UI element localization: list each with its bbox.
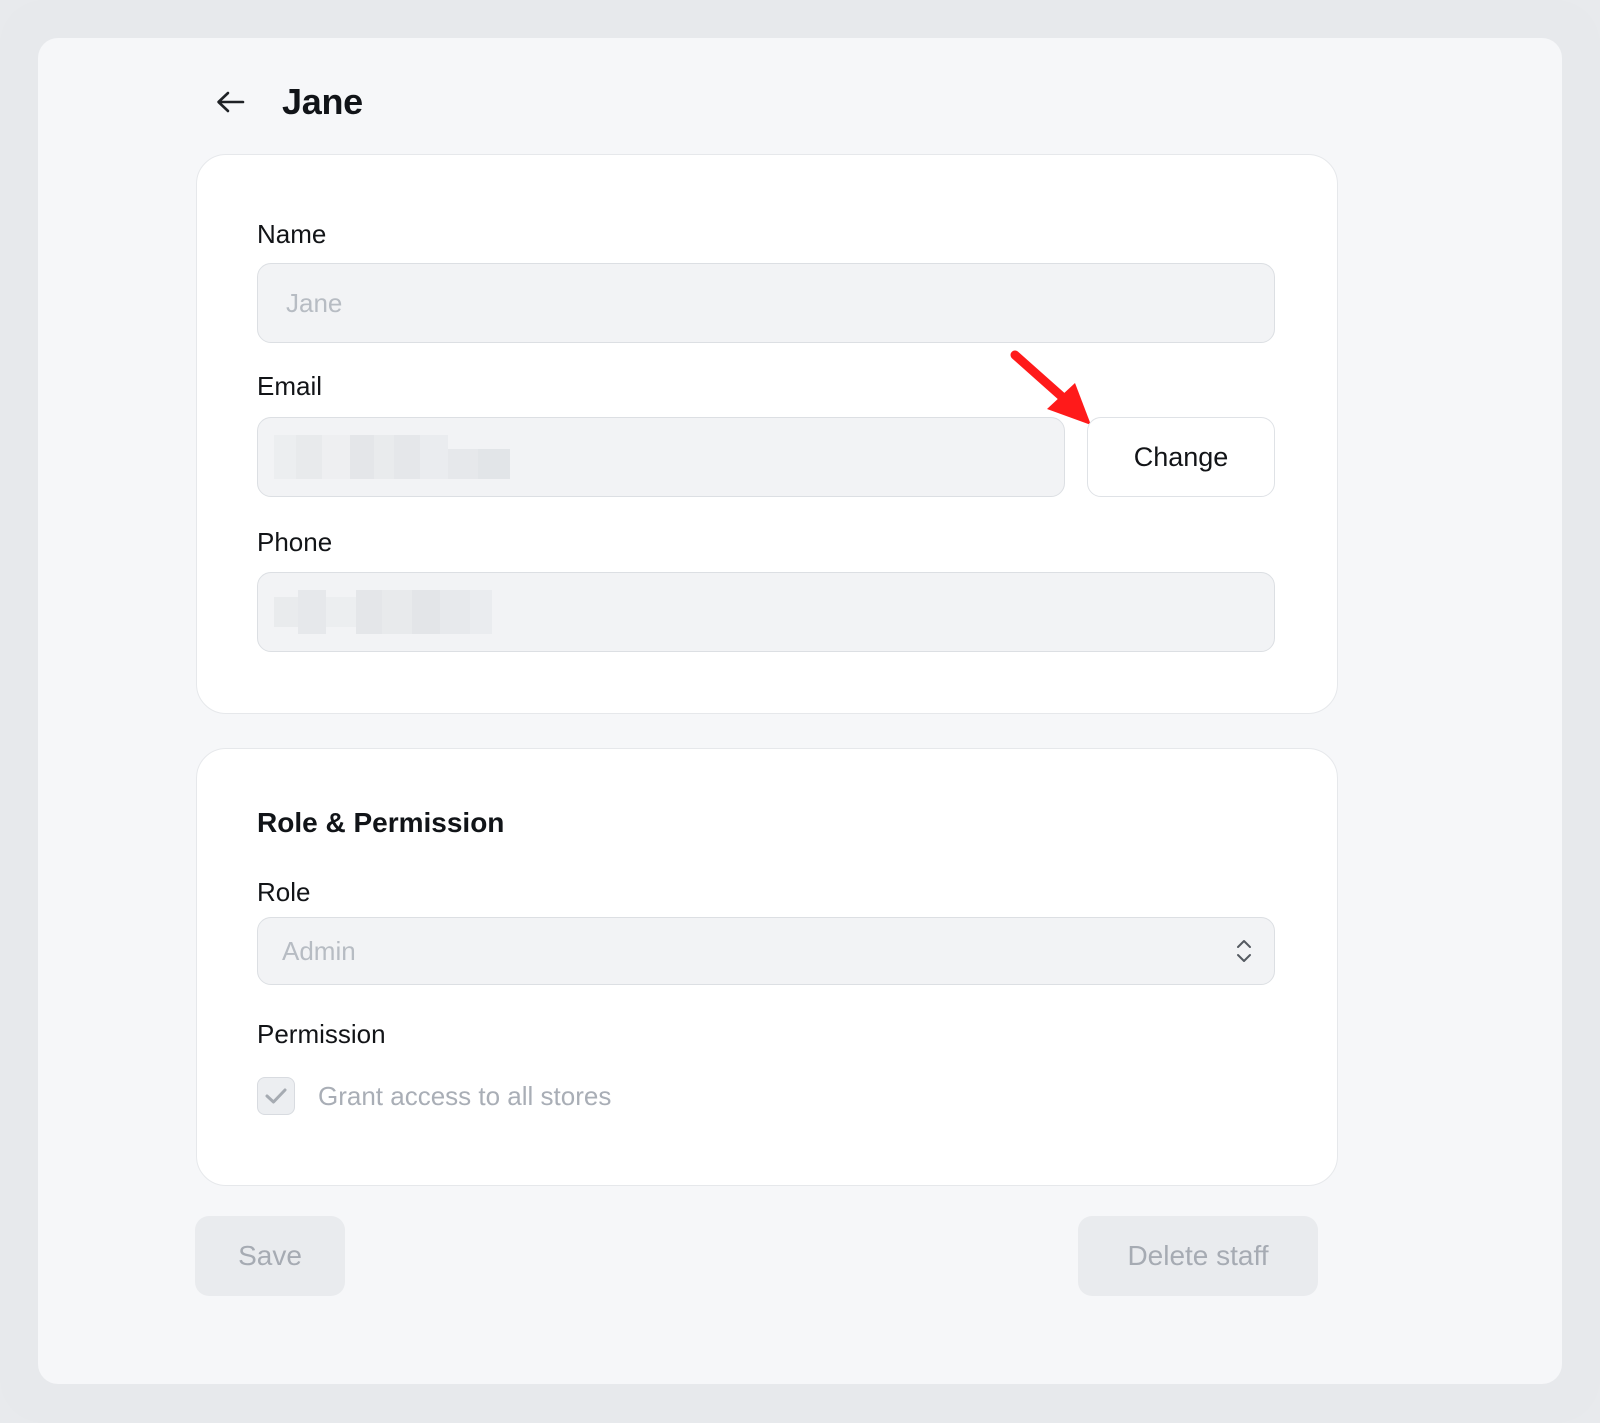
page-title: Jane	[282, 81, 363, 122]
grant-all-stores-label: Grant access to all stores	[318, 1080, 612, 1111]
phone-field[interactable]	[257, 572, 1275, 652]
chevron-up-down-icon	[1237, 940, 1251, 962]
section-title: Role & Permission	[257, 807, 505, 838]
grant-all-stores-option[interactable]: Grant access to all stores	[257, 1077, 611, 1115]
redacted-phone	[274, 590, 492, 634]
change-email-button[interactable]: Change	[1087, 417, 1275, 497]
phone-label: Phone	[257, 527, 333, 557]
email-label: Email	[257, 371, 323, 401]
grant-all-stores-checkbox[interactable]	[257, 1077, 295, 1115]
role-selected-value: Admin	[282, 935, 356, 966]
save-button[interactable]: Save	[195, 1216, 345, 1296]
redacted-email	[274, 435, 510, 479]
delete-staff-button[interactable]: Delete staff	[1078, 1216, 1318, 1296]
name-field[interactable]: Jane	[257, 263, 1275, 343]
profile-card: Name Jane Email Change Phone	[196, 154, 1338, 714]
device-frame: Jane Name Jane Email Change Phone Role &…	[0, 0, 1600, 1423]
back-button[interactable]	[210, 82, 250, 122]
name-placeholder: Jane	[286, 287, 343, 318]
role-label: Role	[257, 877, 311, 907]
page-header: Jane	[210, 74, 363, 130]
email-field[interactable]	[257, 417, 1065, 497]
app-screen: Jane Name Jane Email Change Phone Role &…	[38, 38, 1562, 1384]
role-permission-card: Role & Permission Role Admin Permission …	[196, 748, 1338, 1186]
arrow-left-icon	[217, 91, 245, 113]
checkmark-icon	[265, 1088, 287, 1104]
permission-label: Permission	[257, 1019, 386, 1049]
role-select[interactable]: Admin	[257, 917, 1275, 985]
name-label: Name	[257, 219, 327, 249]
